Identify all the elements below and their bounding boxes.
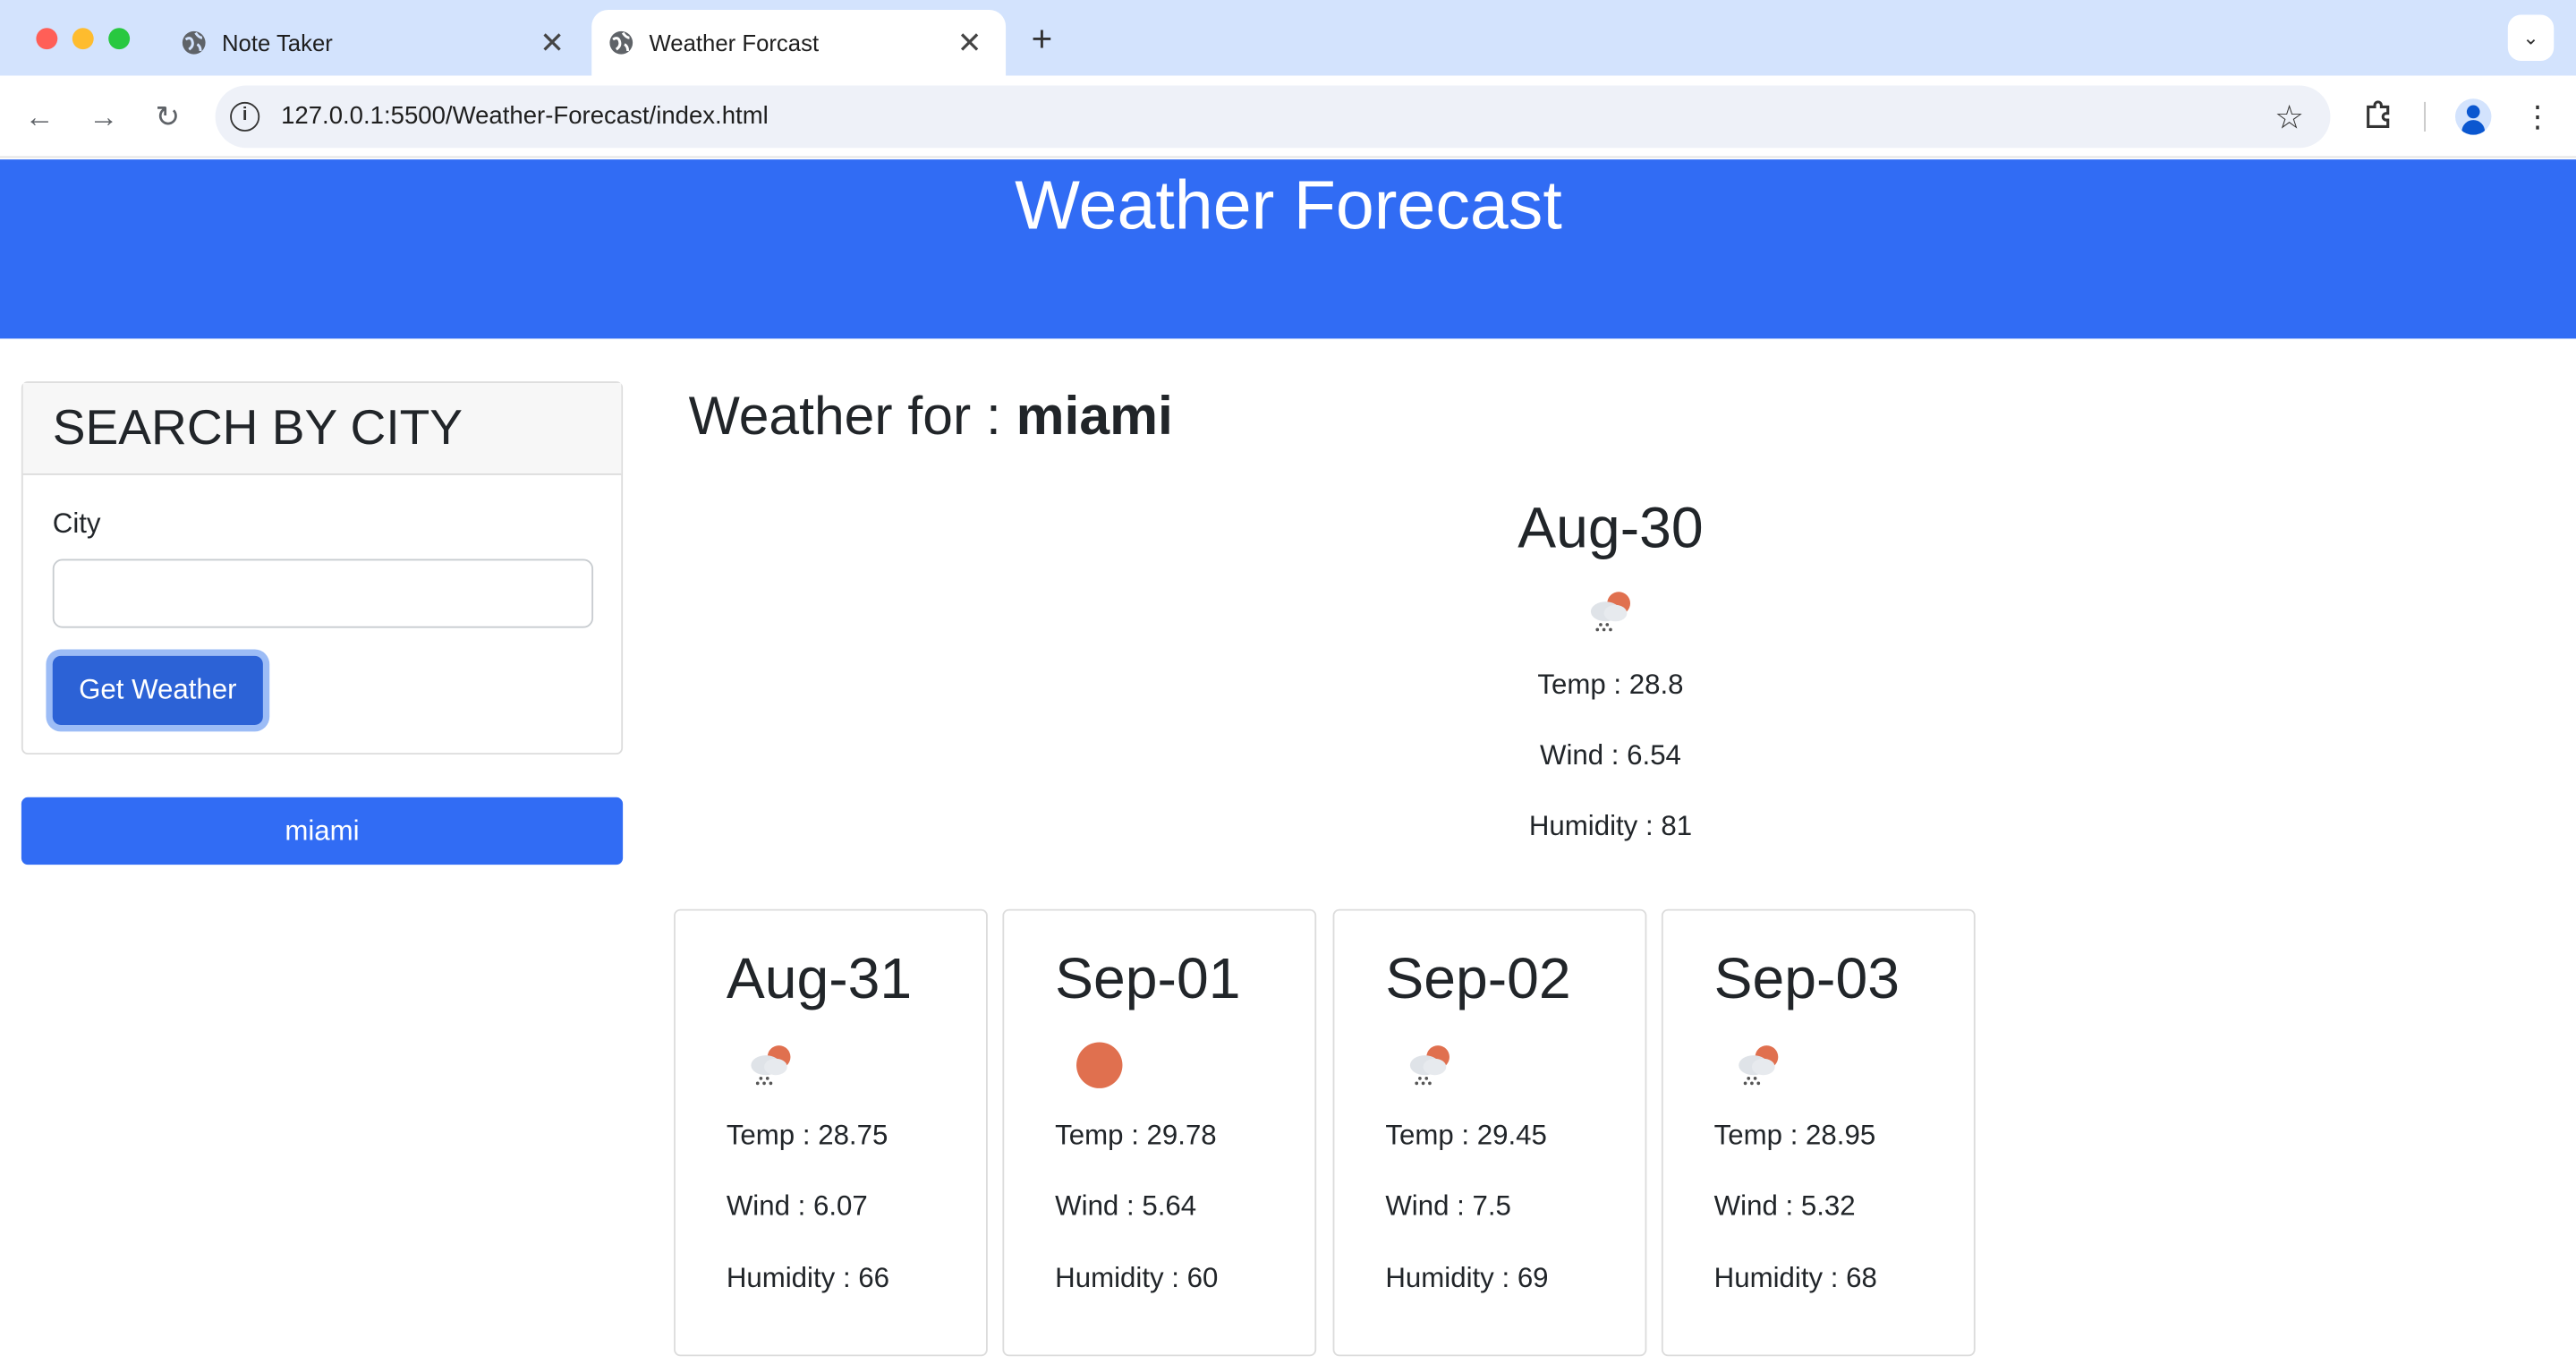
forecast-card: Sep-03 Temp : 28.95 Wind : 5.32 Humidity… xyxy=(1661,908,1976,1357)
maximize-window-button[interactable] xyxy=(108,28,131,50)
back-arrow-icon[interactable]: ← xyxy=(18,96,61,139)
url-text[interactable]: 127.0.0.1:5500/Weather-Forecast/index.ht… xyxy=(281,102,769,130)
forecast-card: Sep-02 Temp : 29.45 Wind : 7.5 Humidity … xyxy=(1332,908,1647,1357)
forecast-wind: Wind : 5.64 xyxy=(1055,1189,1197,1222)
today-date: Aug-30 xyxy=(1518,496,1704,561)
forecast-date: Aug-31 xyxy=(726,946,913,1011)
rain-cloud-sun-icon xyxy=(743,1036,798,1101)
forecast-temp: Temp : 28.75 xyxy=(726,1119,888,1151)
today-wind: Wind : 6.54 xyxy=(1539,739,1681,772)
page-title: Weather Forecast xyxy=(1015,166,1562,243)
forecast-card: Aug-31 Temp : 28.75 Wind : 6.07 Humidity… xyxy=(674,908,988,1357)
viewport: Note Taker ✕ Weather Forcast ✕ + ⌄ ← → ↻… xyxy=(0,0,2576,1364)
rain-cloud-sun-icon xyxy=(1583,583,1638,647)
forecast-card: Sep-01 Temp : 29.78 Wind : 5.64 Humidity… xyxy=(1002,908,1317,1357)
forecast-date: Sep-02 xyxy=(1385,946,1571,1011)
get-weather-button[interactable]: Get Weather xyxy=(52,655,263,725)
close-window-button[interactable] xyxy=(36,28,58,50)
forecast-humidity: Humidity : 60 xyxy=(1055,1262,1219,1294)
results-prefix: Weather for : xyxy=(688,384,1016,446)
today-weather: Aug-30 Temp : 28.8 Wind : 6.54 Humidity … xyxy=(1446,488,1774,843)
globe-icon xyxy=(608,30,634,55)
globe-icon xyxy=(181,30,207,55)
results-city: miami xyxy=(1016,384,1173,446)
history-city-button[interactable]: miami xyxy=(21,797,624,865)
forecast-temp: Temp : 29.45 xyxy=(1385,1119,1547,1151)
forecast-temp: Temp : 29.78 xyxy=(1055,1119,1217,1151)
tab-strip: Note Taker ✕ Weather Forcast ✕ + ⌄ xyxy=(0,0,2576,76)
browser-toolbar: ← → ↻ i 127.0.0.1:5500/Weather-Forecast/… xyxy=(0,75,2576,158)
toolbar-divider xyxy=(2424,101,2426,132)
extensions-puzzle-icon[interactable] xyxy=(2360,97,2396,132)
forecast-wind: Wind : 5.32 xyxy=(1713,1189,1856,1222)
tab-search-chevron-icon[interactable]: ⌄ xyxy=(2507,14,2555,61)
more-options-kebab-icon[interactable]: ⋮ xyxy=(2521,96,2554,139)
search-card: SEARCH BY CITY City Get Weather xyxy=(21,381,624,755)
forecast-humidity: Humidity : 68 xyxy=(1713,1262,1877,1294)
rain-cloud-sun-icon xyxy=(1730,1036,1786,1101)
forecast-humidity: Humidity : 66 xyxy=(726,1262,890,1294)
address-bar[interactable]: i 127.0.0.1:5500/Weather-Forecast/index.… xyxy=(215,85,2331,149)
tab-title: Note Taker xyxy=(221,30,333,56)
forecast-date: Sep-01 xyxy=(1055,946,1241,1011)
today-humidity: Humidity : 81 xyxy=(1528,810,1693,842)
forecast-wind: Wind : 6.07 xyxy=(726,1189,868,1222)
city-label: City xyxy=(52,507,101,540)
today-temp: Temp : 28.8 xyxy=(1537,669,1684,701)
sun-icon xyxy=(1072,1036,1127,1101)
minimize-window-button[interactable] xyxy=(72,28,94,50)
forecast-temp: Temp : 28.95 xyxy=(1713,1119,1876,1151)
bookmark-star-icon[interactable]: ☆ xyxy=(2274,97,2304,138)
close-icon[interactable]: ✕ xyxy=(536,26,569,59)
page-header: Weather Forecast xyxy=(0,159,2576,339)
search-heading: SEARCH BY CITY xyxy=(22,382,622,475)
page-content: Weather Forecast SEARCH BY CITY City Get… xyxy=(0,159,2576,1364)
profile-avatar-icon[interactable] xyxy=(2455,98,2492,135)
forecast-date: Sep-03 xyxy=(1713,946,1900,1011)
new-tab-plus-icon[interactable]: + xyxy=(1022,19,1061,59)
forward-arrow-icon[interactable]: → xyxy=(82,96,125,139)
close-icon[interactable]: ✕ xyxy=(953,26,986,59)
reload-icon[interactable]: ↻ xyxy=(146,96,189,139)
site-info-icon[interactable]: i xyxy=(230,101,260,132)
rain-cloud-sun-icon xyxy=(1402,1036,1458,1101)
results-heading: Weather for : miami xyxy=(689,385,1173,448)
tab-note-taker[interactable]: Note Taker ✕ xyxy=(165,10,589,75)
tab-title: Weather Forcast xyxy=(649,30,820,56)
forecast-wind: Wind : 7.5 xyxy=(1385,1189,1511,1222)
city-input[interactable] xyxy=(52,558,594,628)
tab-weather-forcast[interactable]: Weather Forcast ✕ xyxy=(591,10,1007,76)
forecast-humidity: Humidity : 69 xyxy=(1385,1262,1549,1294)
